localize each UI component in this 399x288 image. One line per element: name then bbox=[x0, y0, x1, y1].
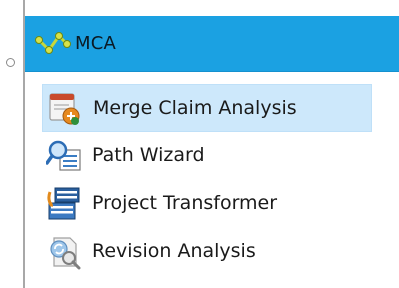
menu-item-label: Path Wizard bbox=[92, 144, 205, 166]
menu-item-path-wizard[interactable]: Path Wizard bbox=[42, 132, 372, 180]
menu-item-project-transformer[interactable]: Project Transformer bbox=[42, 180, 372, 228]
project-transformer-icon bbox=[47, 187, 80, 220]
navigation-panel: MCA Merge Claim Analysis Path Wizard Pro… bbox=[25, 0, 399, 288]
header-title: MCA bbox=[75, 33, 117, 54]
mca-tool-panel: MCA Merge Claim Analysis Path Wizard Pro… bbox=[0, 0, 399, 288]
menu-item-label: Merge Claim Analysis bbox=[93, 97, 297, 119]
menu-item-revision-analysis[interactable]: Revision Analysis bbox=[42, 228, 372, 276]
mca-logo-icon bbox=[35, 32, 71, 54]
path-wizard-icon bbox=[46, 140, 81, 171]
merge-claim-analysis-icon bbox=[49, 93, 80, 125]
menu-item-label: Project Transformer bbox=[92, 192, 278, 214]
menu-item-merge-claim-analysis[interactable]: Merge Claim Analysis bbox=[42, 84, 372, 132]
revision-analysis-icon bbox=[50, 237, 81, 270]
mca-header[interactable]: MCA bbox=[25, 16, 399, 72]
menu-item-label: Revision Analysis bbox=[92, 240, 256, 262]
collapse-handle[interactable] bbox=[6, 58, 15, 67]
